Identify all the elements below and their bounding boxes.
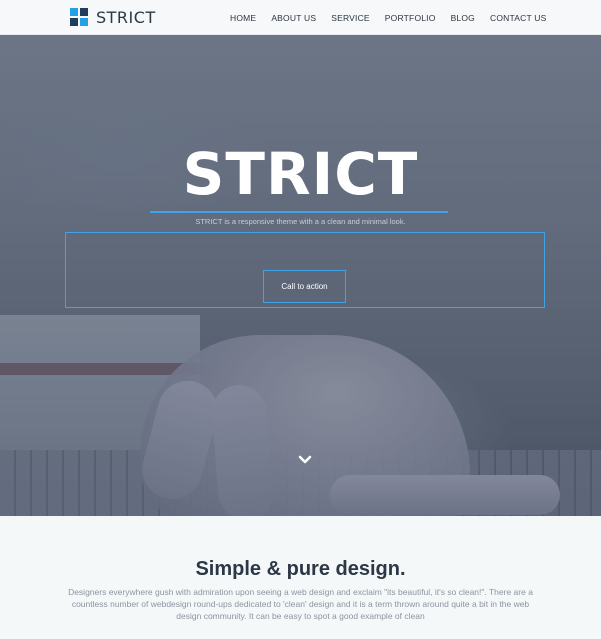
nav-item-about-us[interactable]: ABOUT US — [271, 13, 316, 23]
nav-item-service[interactable]: SERVICE — [331, 13, 370, 23]
section-body-text: Designers everywhere gush with admiratio… — [68, 587, 533, 621]
top-navbar: STRICT HOME ABOUT US SERVICE PORTFOLIO B… — [0, 0, 601, 35]
main-menu: HOME ABOUT US SERVICE PORTFOLIO BLOG CON… — [230, 13, 561, 23]
hero-title-underline — [150, 211, 448, 213]
logo-icon[interactable] — [70, 8, 88, 26]
section-heading: Simple & pure design. — [195, 558, 406, 580]
chevron-down-icon[interactable] — [298, 455, 312, 465]
hero-title: STRICT — [182, 140, 419, 208]
brand-name[interactable]: STRICT — [96, 8, 156, 27]
nav-item-contact-us[interactable]: CONTACT US — [490, 13, 546, 23]
hero-section: STRICT STRICT is a responsive theme with… — [0, 35, 601, 516]
nav-item-portfolio[interactable]: PORTFOLIO — [385, 13, 436, 23]
hero-subtitle: STRICT is a responsive theme with a a cl… — [195, 217, 406, 226]
nav-item-home[interactable]: HOME — [230, 13, 256, 23]
nav-item-blog[interactable]: BLOG — [451, 13, 475, 23]
intro-section: Simple & pure design. Designers everywhe… — [0, 516, 601, 639]
call-to-action-button[interactable]: Call to action — [263, 270, 346, 303]
